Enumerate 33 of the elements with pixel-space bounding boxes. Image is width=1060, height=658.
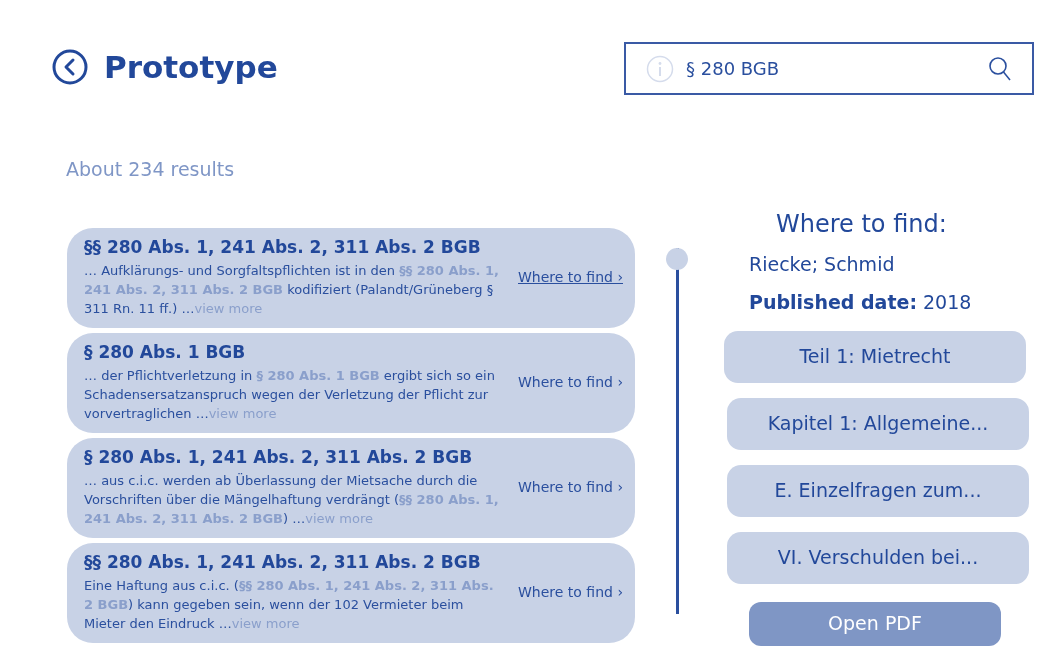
result-card[interactable]	[67, 437, 635, 538]
published-label: Published date:	[749, 290, 917, 315]
where-to-find-link[interactable]: Where to find ›	[505, 267, 623, 288]
result-card[interactable]	[67, 542, 635, 643]
result-title: §§ 280 Abs. 1, 241 Abs. 2, 311 Abs. 2 BGB	[84, 237, 482, 259]
section-button[interactable]: E. Einzelfragen zum...	[727, 464, 1029, 517]
result-card[interactable]: § 280 Abs. 1 BGB … der Pflichtverletzung in § 280 Abs. 1 BGB ergibt sich so ein Schadensersatzanspruch wegen der Verletzung der Pflicht zur vorvertraglichen …view more Where to find ›	[67, 332, 635, 433]
where-to-find-link[interactable]: Where to find ›	[505, 372, 623, 393]
published-date: 2018	[923, 290, 972, 315]
open-pdf-button[interactable]: Open PDF	[749, 601, 1001, 646]
result-title: § 280 Abs. 1, 241 Abs. 2, 311 Abs. 2 BGB	[84, 447, 474, 469]
result-card[interactable]	[67, 227, 635, 328]
result-snippet: … aus c.i.c. werden ab Überlassung der Mietsache durch die Vorschriften über die Mängelhaftung verdrängt (§§ 280 Abs. 1, 241 Abs. 2, 311 Abs. 2 BGB) …view more	[84, 471, 500, 528]
search-icon[interactable]	[988, 55, 1012, 82]
result-title: § 280 Abs. 1 BGB	[84, 342, 247, 364]
back-icon[interactable]	[52, 49, 88, 86]
section-button[interactable]: Teil 1: Mietrecht	[724, 330, 1026, 383]
result-title: §§ 280 Abs. 1, 241 Abs. 2, 311 Abs. 2 BGB	[84, 552, 482, 574]
section-button[interactable]: VI. Verschulden bei...	[727, 531, 1029, 584]
result-snippet: Eine Haftung aus c.i.c. (§§ 280 Abs. 1, 241 Abs. 2, 311 Abs. 2 BGB) kann gegeben sein, wenn der 102 Vermieter beim Mieter den Eindruck …view more	[84, 576, 495, 633]
search-field[interactable]: § 280 BGB	[624, 42, 1034, 95]
result-snippet: … der Pflichtverletzung in § 280 Abs. 1 BGB ergibt sich so ein Schadensersatzanspruch wegen der Verletzung der Pflicht zur vorvertraglichen …view more	[84, 366, 496, 423]
where-to-find-link[interactable]: Where to find ›	[505, 582, 623, 603]
scrollbar[interactable]	[665, 247, 689, 614]
search-query: § 280 BGB	[686, 57, 781, 81]
page-title: Prototype	[104, 48, 278, 87]
where-to-find-link[interactable]: Where to find ›	[505, 477, 623, 498]
result-count: About 234 results	[65, 157, 236, 182]
details-heading: Where to find:	[776, 208, 948, 240]
result-snippet: … Aufklärungs- und Sorgfaltspflichten ist in den §§ 280 Abs. 1, 241 Abs. 2, 311 Abs. 2 BGB kodifiziert (Palandt/Grüneberg § 311 Rn. 11 ff.) …view more	[84, 261, 500, 318]
authors: Riecke; Schmid	[749, 251, 896, 277]
scrollbar-thumb[interactable]	[666, 247, 688, 270]
section-button[interactable]: Kapitel 1: Allgemeine...	[727, 397, 1029, 450]
